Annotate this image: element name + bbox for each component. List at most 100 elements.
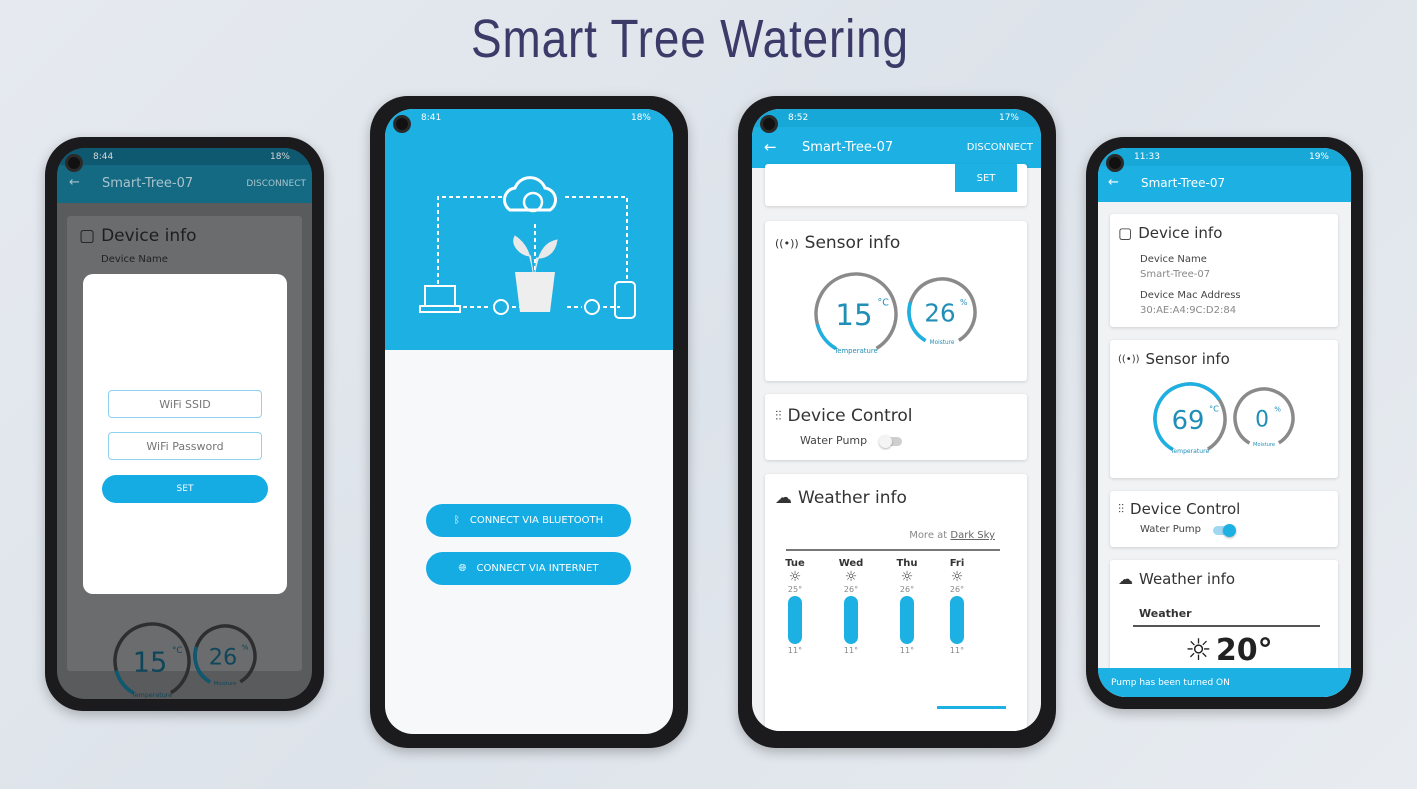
device-name-value: Smart-Tree-07 [1140,269,1211,280]
forecast-low: 11° [949,646,965,655]
status-bar: 8:52 17% [752,109,1041,129]
sliders-icon: ⫶⫶ [1118,501,1125,516]
cloud-icon: ☁︎ [775,488,792,508]
hero-banner: 8:41 18% [385,109,673,350]
current-temperature: 20° [1215,633,1273,668]
connect-bluetooth-button[interactable]: ᛒ CONNECT VIA BLUETOOTH [426,504,631,537]
wifi-card: SET [765,164,1027,206]
back-icon[interactable]: ← [69,175,80,190]
gauge-label: Moisture [214,681,237,687]
gauge-value: 26 [924,298,955,327]
app-bar: ← Smart-Tree-07 [1098,166,1351,202]
temperature-gauge: 69 °C Temperature [1153,382,1227,456]
weather-info-title: Weather info [798,488,907,508]
forecast-day: Thu ☼ 26° 11° [887,558,927,655]
device-control-title: Device Control [787,406,913,426]
chip-icon: ▢ [79,226,96,246]
gauge-unit: % [1274,405,1281,414]
phone-icon [614,281,636,319]
phone-wifi-dialog: 8:44 18% ← Smart-Tree-07 DISCONNECT ▢ Devi… [45,137,324,711]
camera [1106,154,1124,172]
disconnect-button[interactable]: DISCONNECT [967,142,1033,153]
gauge-label: Temperature [131,691,173,699]
snackbar: Pump has been turned ON [1098,668,1351,697]
set-button[interactable]: SET [102,475,268,503]
temperature-range-bar [950,596,964,644]
signal-icon: ((•)) [1118,353,1140,365]
device-info-title: Device info [101,226,197,246]
bluetooth-icon [584,299,600,315]
sun-icon: ☼ [900,569,914,585]
status-battery: 18% [630,113,651,123]
back-icon[interactable]: ← [764,138,777,156]
temperature-gauge: 15 °C Temperature [113,622,191,699]
gauge-value: 15 [133,647,168,678]
connect-bluetooth-label: CONNECT VIA BLUETOOTH [469,515,604,526]
gauge-label: Temperature [833,347,878,355]
weather-card: ☁︎ Weather info More at Dark Sky Tue ☼ 25… [765,474,1027,731]
divider [786,549,1000,551]
app-bar: ← Smart-Tree-07 DISCONNECT [752,127,1041,168]
back-icon[interactable]: ← [1108,175,1119,190]
device-control-title: Device Control [1130,500,1241,518]
page-title: Smart Tree Watering [471,9,909,69]
cloud-wifi-icon [503,176,557,213]
temperature-range-bar [900,596,914,644]
water-pump-label: Water Pump [800,434,868,447]
sun-icon: ☼ [950,569,964,585]
status-bar: 8:41 18% [385,109,673,129]
cloud-icon: ☁︎ [1118,570,1133,588]
app-bar: ← Smart-Tree-07 DISCONNECT [57,165,312,203]
gauge-value: 0 [1255,407,1269,432]
water-pump-toggle[interactable] [879,435,902,448]
app-bar-title: Smart-Tree-07 [1141,176,1226,190]
connect-internet-button[interactable]: 🌐︎ CONNECT VIA INTERNET [426,552,631,585]
bluetooth-icon [493,299,509,315]
wifi-ssid-input[interactable] [108,390,262,418]
mac-label: Device Mac Address [1140,290,1241,301]
forecast-low: 11° [899,646,915,655]
gauge-label: Moisture [1253,442,1275,448]
gauge-unit: °C [878,297,890,308]
divider [1133,625,1320,627]
dark-sky-link[interactable]: Dark Sky [950,530,995,541]
disconnect-button[interactable]: DISCONNECT [246,179,306,189]
wifi-password-input[interactable] [108,432,262,460]
camera [65,154,83,172]
laptop-icon [419,285,461,313]
gauge-unit: % [242,642,249,651]
forecast-day: Fri ☼ 26° 11° [937,558,977,655]
forecast-high: 26° [949,585,965,594]
scroll-indicator[interactable] [937,706,1006,709]
gauge-value: 69 [1172,406,1205,436]
forecast-day-name: Tue [785,558,805,569]
forecast-day-name: Wed [838,558,864,569]
camera [393,115,411,133]
forecast-low: 11° [787,646,803,655]
status-bar: 11:33 19% [1098,148,1351,168]
status-time: 8:41 [421,113,442,123]
weather-label: Weather [1139,607,1192,620]
device-name-label: Device Name [1140,254,1207,265]
sensor-info-title: Sensor info [1145,350,1230,368]
sliders-icon: ⫶⫶ [775,408,782,424]
gauge-label: Moisture [930,340,955,346]
more-at-label: More at [909,530,951,541]
device-info-title: Device info [1138,224,1223,242]
forecast-high: 26° [843,585,859,594]
gauge-unit: °C [172,646,183,656]
forecast-day-name: Thu [896,558,918,569]
phone-connect: 8:41 18% ᛒ CONNECT VIA BLUETOOTH 🌐︎ CONNECT… [370,96,688,748]
moisture-gauge: 26 % Moisture [193,624,257,688]
set-button[interactable]: SET [955,164,1017,192]
device-info-card: ▢ Device info Device Name Smart-Tree-07 D… [1110,214,1338,327]
sensor-info-title: Sensor info [804,233,901,253]
phone-pump-on: 11:33 19% ← Smart-Tree-07 ▢ Device info De… [1086,137,1363,709]
sensor-card: ((•)) Sensor info 69 °C Temperature 0 % M… [1110,340,1338,478]
gauge-value: 26 [209,645,238,671]
weather-info-title: Weather info [1139,570,1236,588]
bluetooth-icon: ᛒ [453,515,460,526]
water-pump-toggle[interactable] [1213,524,1236,537]
forecast-high: 26° [899,585,915,594]
temperature-gauge: 15 °C Temperature [814,272,898,356]
